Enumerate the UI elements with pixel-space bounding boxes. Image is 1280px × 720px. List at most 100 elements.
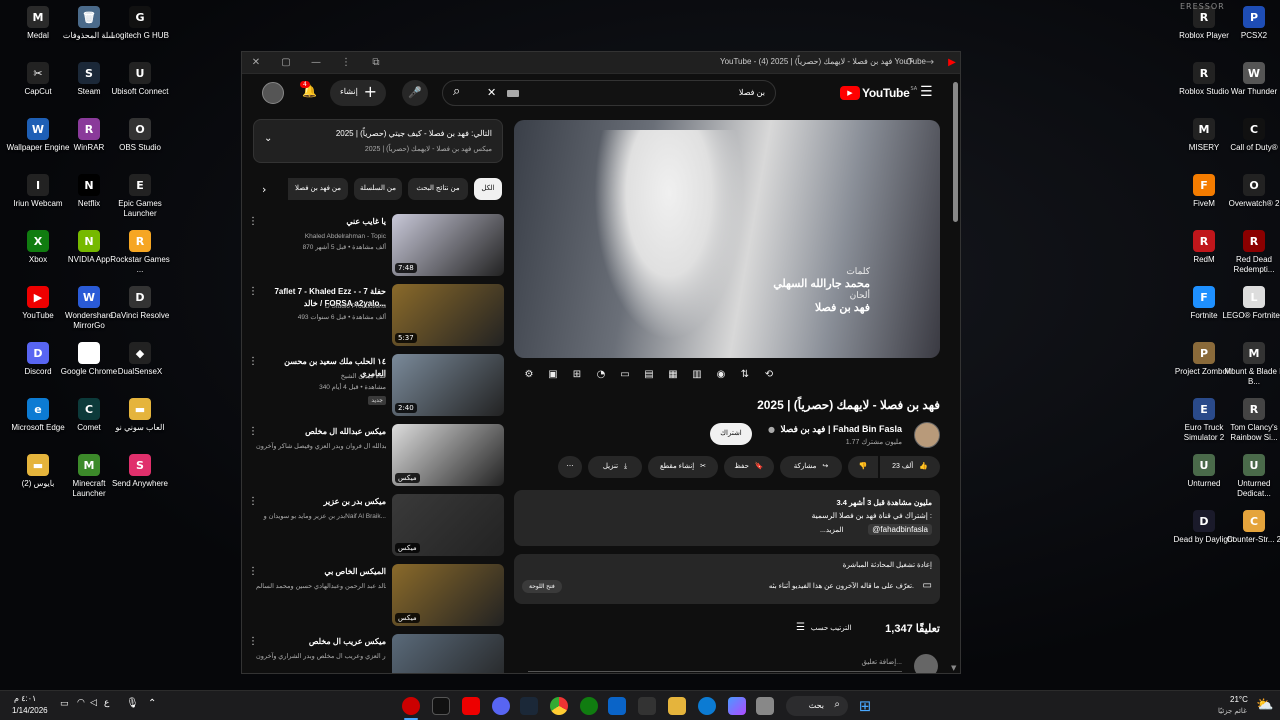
taskbar-steam-icon[interactable] — [520, 697, 538, 715]
desktop-icon[interactable]: O Overwatch® 2 — [1222, 174, 1280, 228]
taskbar-search[interactable]: ⌕ بحث — [786, 696, 848, 716]
taskbar-youtube-icon[interactable] — [462, 697, 480, 715]
description-box[interactable]: 3.4 مليون مشاهدة قبل 3 أشهر إشتراك في قن… — [514, 490, 940, 546]
chip-all[interactable]: الكل — [474, 178, 502, 200]
desktop-icon[interactable]: D DaVinci Resolve — [108, 286, 172, 340]
video-list-item[interactable]: ⋮ يا غايب عني Khaled Abdelrahman - Topic 87… — [242, 214, 504, 278]
more-options-icon[interactable]: ⋮ — [248, 496, 258, 507]
taskbar-explorer-icon[interactable] — [668, 697, 686, 715]
desktop-icon[interactable]: G Logitech G HUB — [108, 6, 172, 60]
video-thumbnail[interactable]: ميكس — [392, 634, 504, 673]
youtube-logo[interactable]: ▶ YouTube SA — [840, 85, 917, 101]
add-comment-input[interactable]: إضافة تعليق... — [861, 658, 902, 666]
download-button[interactable]: تنزيل ⤓ — [588, 456, 642, 478]
share-button[interactable]: مشاركة ↪ — [780, 456, 842, 478]
hamburger-menu-icon[interactable]: ☰ — [920, 84, 933, 100]
taskbar-discord-icon[interactable] — [492, 697, 510, 715]
more-options-icon[interactable]: ⋮ — [248, 216, 258, 227]
video-thumbnail[interactable]: 7:48 — [392, 214, 504, 276]
language-indicator[interactable]: ع — [104, 698, 109, 708]
desktop-icon[interactable]: L LEGO® Fortnite® — [1222, 286, 1280, 340]
desktop-icon[interactable]: S Send Anywhere — [108, 454, 172, 508]
taskbar-edge-icon[interactable] — [698, 697, 716, 715]
chevron-right-icon[interactable]: › — [262, 183, 266, 196]
screenshot-icon[interactable]: ▣ — [544, 368, 562, 382]
microphone-icon[interactable]: 🎙 — [126, 698, 139, 709]
desktop-icon[interactable]: U Unturned Dedicat... — [1222, 454, 1280, 508]
taskbar-mail-icon[interactable] — [608, 697, 626, 715]
more-actions-button[interactable]: ⋯ — [558, 456, 582, 478]
start-button[interactable]: ⊞ — [856, 697, 874, 715]
desktop-icon[interactable]: U Ubisoft Connect — [108, 62, 172, 116]
dislike-button[interactable]: 👎 — [848, 456, 878, 478]
taskbar-capcut-icon[interactable] — [432, 697, 450, 715]
desktop-icon[interactable]: R Rockstar Games ... — [108, 230, 172, 284]
chip-from-series[interactable]: من السلسلة — [354, 178, 402, 200]
desktop-icon[interactable]: R Tom Clancy's Rainbow Si... — [1222, 398, 1280, 452]
more-options-icon[interactable]: ⋮ — [248, 426, 258, 437]
subscribe-button[interactable]: اشتراك — [710, 423, 752, 445]
forward-icon[interactable]: → — [922, 55, 938, 71]
volume-icon[interactable]: ◁ — [90, 698, 97, 708]
chip-from-search[interactable]: من نتائج البحث — [408, 178, 468, 200]
desktop-icon[interactable]: ◆ DualSenseX — [108, 342, 172, 396]
more-options-icon[interactable]: ⋮ — [248, 356, 258, 367]
subtitles-icon[interactable]: ▭ — [616, 368, 634, 382]
desktop-icon[interactable]: M Mount & Blade II B... — [1222, 342, 1280, 396]
settings-icon[interactable]: ⚙ — [520, 368, 538, 382]
scroll-down-icon[interactable]: ▼ — [951, 664, 956, 672]
video-list-item[interactable]: ⋮ ميكس بدر بن عزير بدر بن عزير ومايد بو سو… — [242, 494, 504, 558]
chip-from-channel[interactable]: من فهد بن فصلا — [288, 178, 348, 200]
speed-icon[interactable]: ◔ — [592, 368, 610, 382]
clock-time[interactable]: ٤:٠١ م — [14, 694, 36, 703]
video-thumbnail[interactable]: ميكس — [392, 424, 504, 486]
weather-widget[interactable]: ⛅ 21°C غائم جزئيًا — [1212, 694, 1276, 718]
video-thumbnail[interactable]: ميكس — [392, 564, 504, 626]
wifi-icon[interactable]: ◠ — [77, 698, 85, 708]
captions-icon[interactable]: ▥ — [688, 368, 706, 382]
sort-button[interactable]: ☰ الترتيب حسب — [796, 622, 851, 633]
save-button[interactable]: حفظ 🔖 — [724, 456, 774, 478]
desktop-icon[interactable]: R Red Dead Redempti... — [1222, 230, 1280, 284]
taskbar-store-icon[interactable] — [638, 697, 656, 715]
tray-arrow-icon[interactable]: ⌃ — [148, 698, 156, 709]
loop-icon[interactable]: ⟲ — [760, 368, 778, 382]
video-thumbnail[interactable]: 2:40 — [392, 354, 504, 416]
reload-icon[interactable]: ⟳ — [902, 55, 918, 71]
open-panel-button[interactable]: فتح اللوحة — [522, 580, 562, 593]
video-list-item[interactable]: ⋮ الميكس الخاص بي خالد عبد الرحمن وعبدالها… — [242, 564, 504, 628]
taskbar-active-app-icon[interactable] — [402, 697, 420, 715]
like-button[interactable]: 23 ألف 👍 — [880, 456, 940, 478]
taskbar-xbox-icon[interactable] — [580, 697, 598, 715]
battery-icon[interactable]: ▭ — [60, 699, 69, 709]
scrollbar[interactable] — [953, 82, 958, 222]
add-frame-icon[interactable]: ⊞ — [568, 368, 586, 382]
desktop-icon[interactable]: C Call of Duty® — [1222, 118, 1280, 172]
sort-arrows-icon[interactable]: ⇅ — [736, 368, 754, 382]
desktop-icon[interactable]: W War Thunder — [1222, 62, 1280, 116]
video-thumbnail[interactable]: 5:37 — [392, 284, 504, 346]
more-options-icon[interactable]: ⋮ — [248, 286, 258, 297]
clip-button[interactable]: إنشاء مقطع ✂ — [648, 456, 718, 478]
pip-icon[interactable]: ▤ — [640, 368, 658, 382]
taskbar-copilot-icon[interactable] — [728, 697, 746, 715]
video-thumbnail[interactable]: ميكس — [392, 494, 504, 556]
channel-name[interactable]: فهد بن فصلا | Fahad Bin Fasla — [780, 424, 902, 435]
desktop-icon[interactable]: E Epic Games Launcher — [108, 174, 172, 228]
more-options-icon[interactable]: ⋮ — [248, 566, 258, 577]
desktop-icon[interactable]: P PCSX2 — [1222, 6, 1280, 60]
desktop-icon[interactable]: ▬ العاب سوني نو — [108, 398, 172, 452]
taskbar-files-icon[interactable] — [756, 697, 774, 715]
show-more[interactable]: ...المزيد — [820, 526, 843, 534]
desktop-icon[interactable]: O OBS Studio — [108, 118, 172, 172]
taskbar-chrome-icon[interactable] — [550, 697, 568, 715]
search-input[interactable]: بن فصلا — [739, 88, 765, 97]
cast-icon[interactable]: ◉ — [712, 368, 730, 382]
description-link[interactable]: @fahadbinfasla — [868, 524, 932, 535]
video-player[interactable]: كلمات محمد جارالله السهلي ألحان فهد بن ف… — [514, 120, 940, 358]
more-options-icon[interactable]: ⋮ — [248, 636, 258, 647]
clapper-icon[interactable]: ▦ — [664, 368, 682, 382]
video-list-item[interactable]: ⋮ ميكس عبدالله ال مخلص عبدالله ال فروان وب… — [242, 424, 504, 488]
desktop-icon[interactable]: C Counter-Str... 2 — [1222, 510, 1280, 564]
clock-date[interactable]: 1/14/2026 — [12, 706, 48, 715]
